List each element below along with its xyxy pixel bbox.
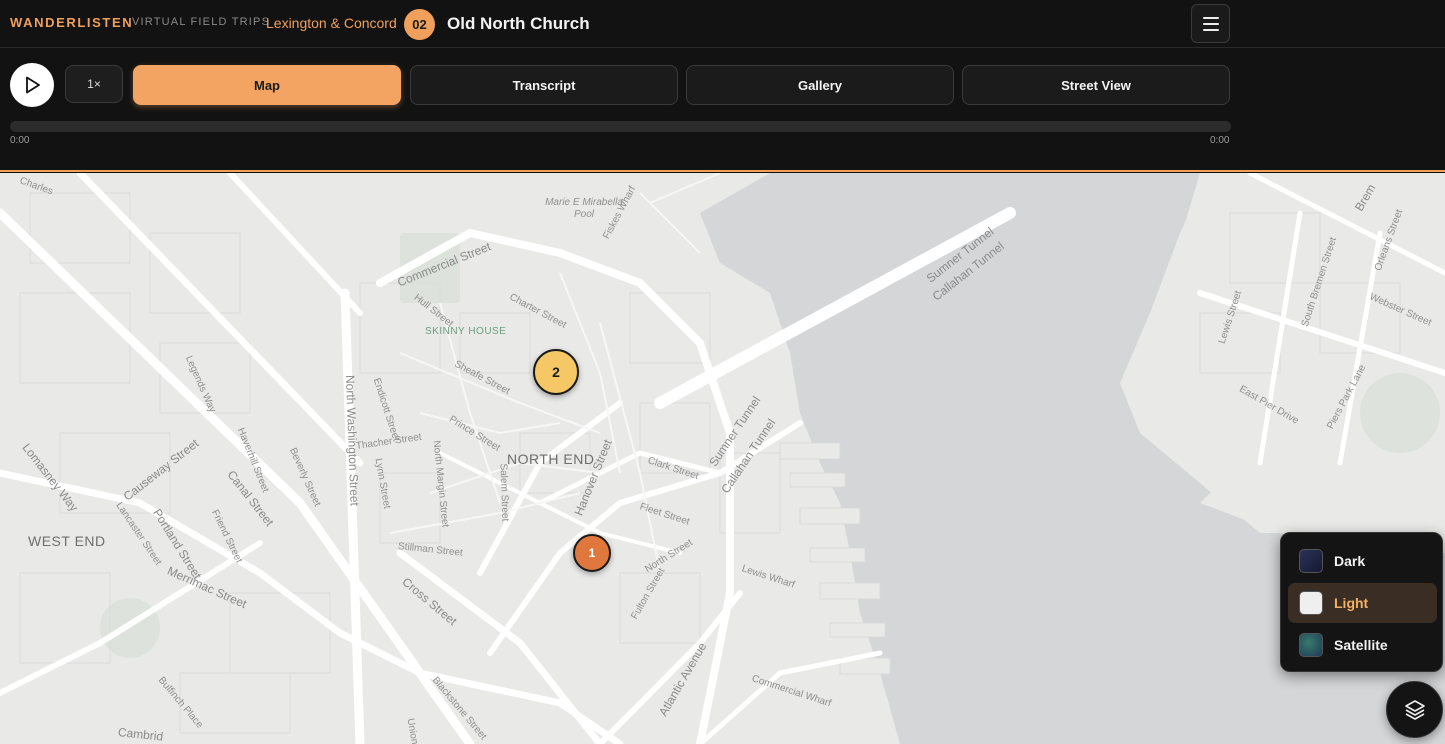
map-label-salem-street: Salem Street [497,463,511,522]
hamburger-menu-icon [1202,16,1219,19]
map-view[interactable]: NORTH END WEST END SKINNY HOUSE Marie E … [0,173,1445,744]
stop-title: Old North Church [447,14,590,33]
play-button[interactable] [10,63,54,107]
hamburger-menu-icon-line [1202,28,1219,31]
layer-option-dark[interactable]: Dark [1288,541,1437,581]
map-label-north-end: NORTH END [507,451,595,467]
player-controls: 1× Map Transcript Gallery Street View 0:… [0,49,1445,172]
tour-name-link[interactable]: Lexington & Concord [266,15,397,31]
brand-logo[interactable]: WANDERLISTEN [10,15,133,30]
tab-transcript[interactable]: Transcript [410,65,678,105]
layer-option-label: Dark [1334,553,1366,569]
map-label-west-end: WEST END [28,533,106,549]
layer-option-light[interactable]: Light [1288,583,1437,623]
light-layer-swatch-icon [1299,591,1323,615]
tab-gallery[interactable]: Gallery [686,65,954,105]
menu-button[interactable] [1191,4,1230,43]
layers-toggle-button[interactable] [1386,681,1443,738]
tab-map[interactable]: Map [133,65,401,105]
hamburger-menu-icon-line [1202,22,1219,25]
audio-progress-bar[interactable] [10,121,1231,132]
dark-layer-swatch-icon [1299,549,1323,573]
tab-street-view[interactable]: Street View [962,65,1230,105]
current-time: 0:00 [10,135,30,146]
play-icon [26,76,40,94]
layer-option-label: Light [1334,595,1369,611]
layers-stack-icon [1404,699,1425,720]
brand-subtitle: VIRTUAL FIELD TRIPS [132,16,271,28]
top-bar: WANDERLISTEN VIRTUAL FIELD TRIPS Lexingt… [0,0,1445,48]
map-marker-stop-2[interactable]: 2 [533,349,579,395]
map-layer-panel: Dark Light Satellite [1280,532,1443,672]
map-marker-stop-1[interactable]: 1 [573,534,611,572]
playback-speed-button[interactable]: 1× [65,65,123,103]
map-label-skinny-house: SKINNY HOUSE [425,326,507,337]
duration-time: 0:00 [1210,135,1230,146]
stop-number-badge: 02 [404,9,435,40]
satellite-layer-swatch-icon [1299,633,1323,657]
layer-option-satellite[interactable]: Satellite [1288,625,1437,665]
layer-option-label: Satellite [1334,637,1388,653]
